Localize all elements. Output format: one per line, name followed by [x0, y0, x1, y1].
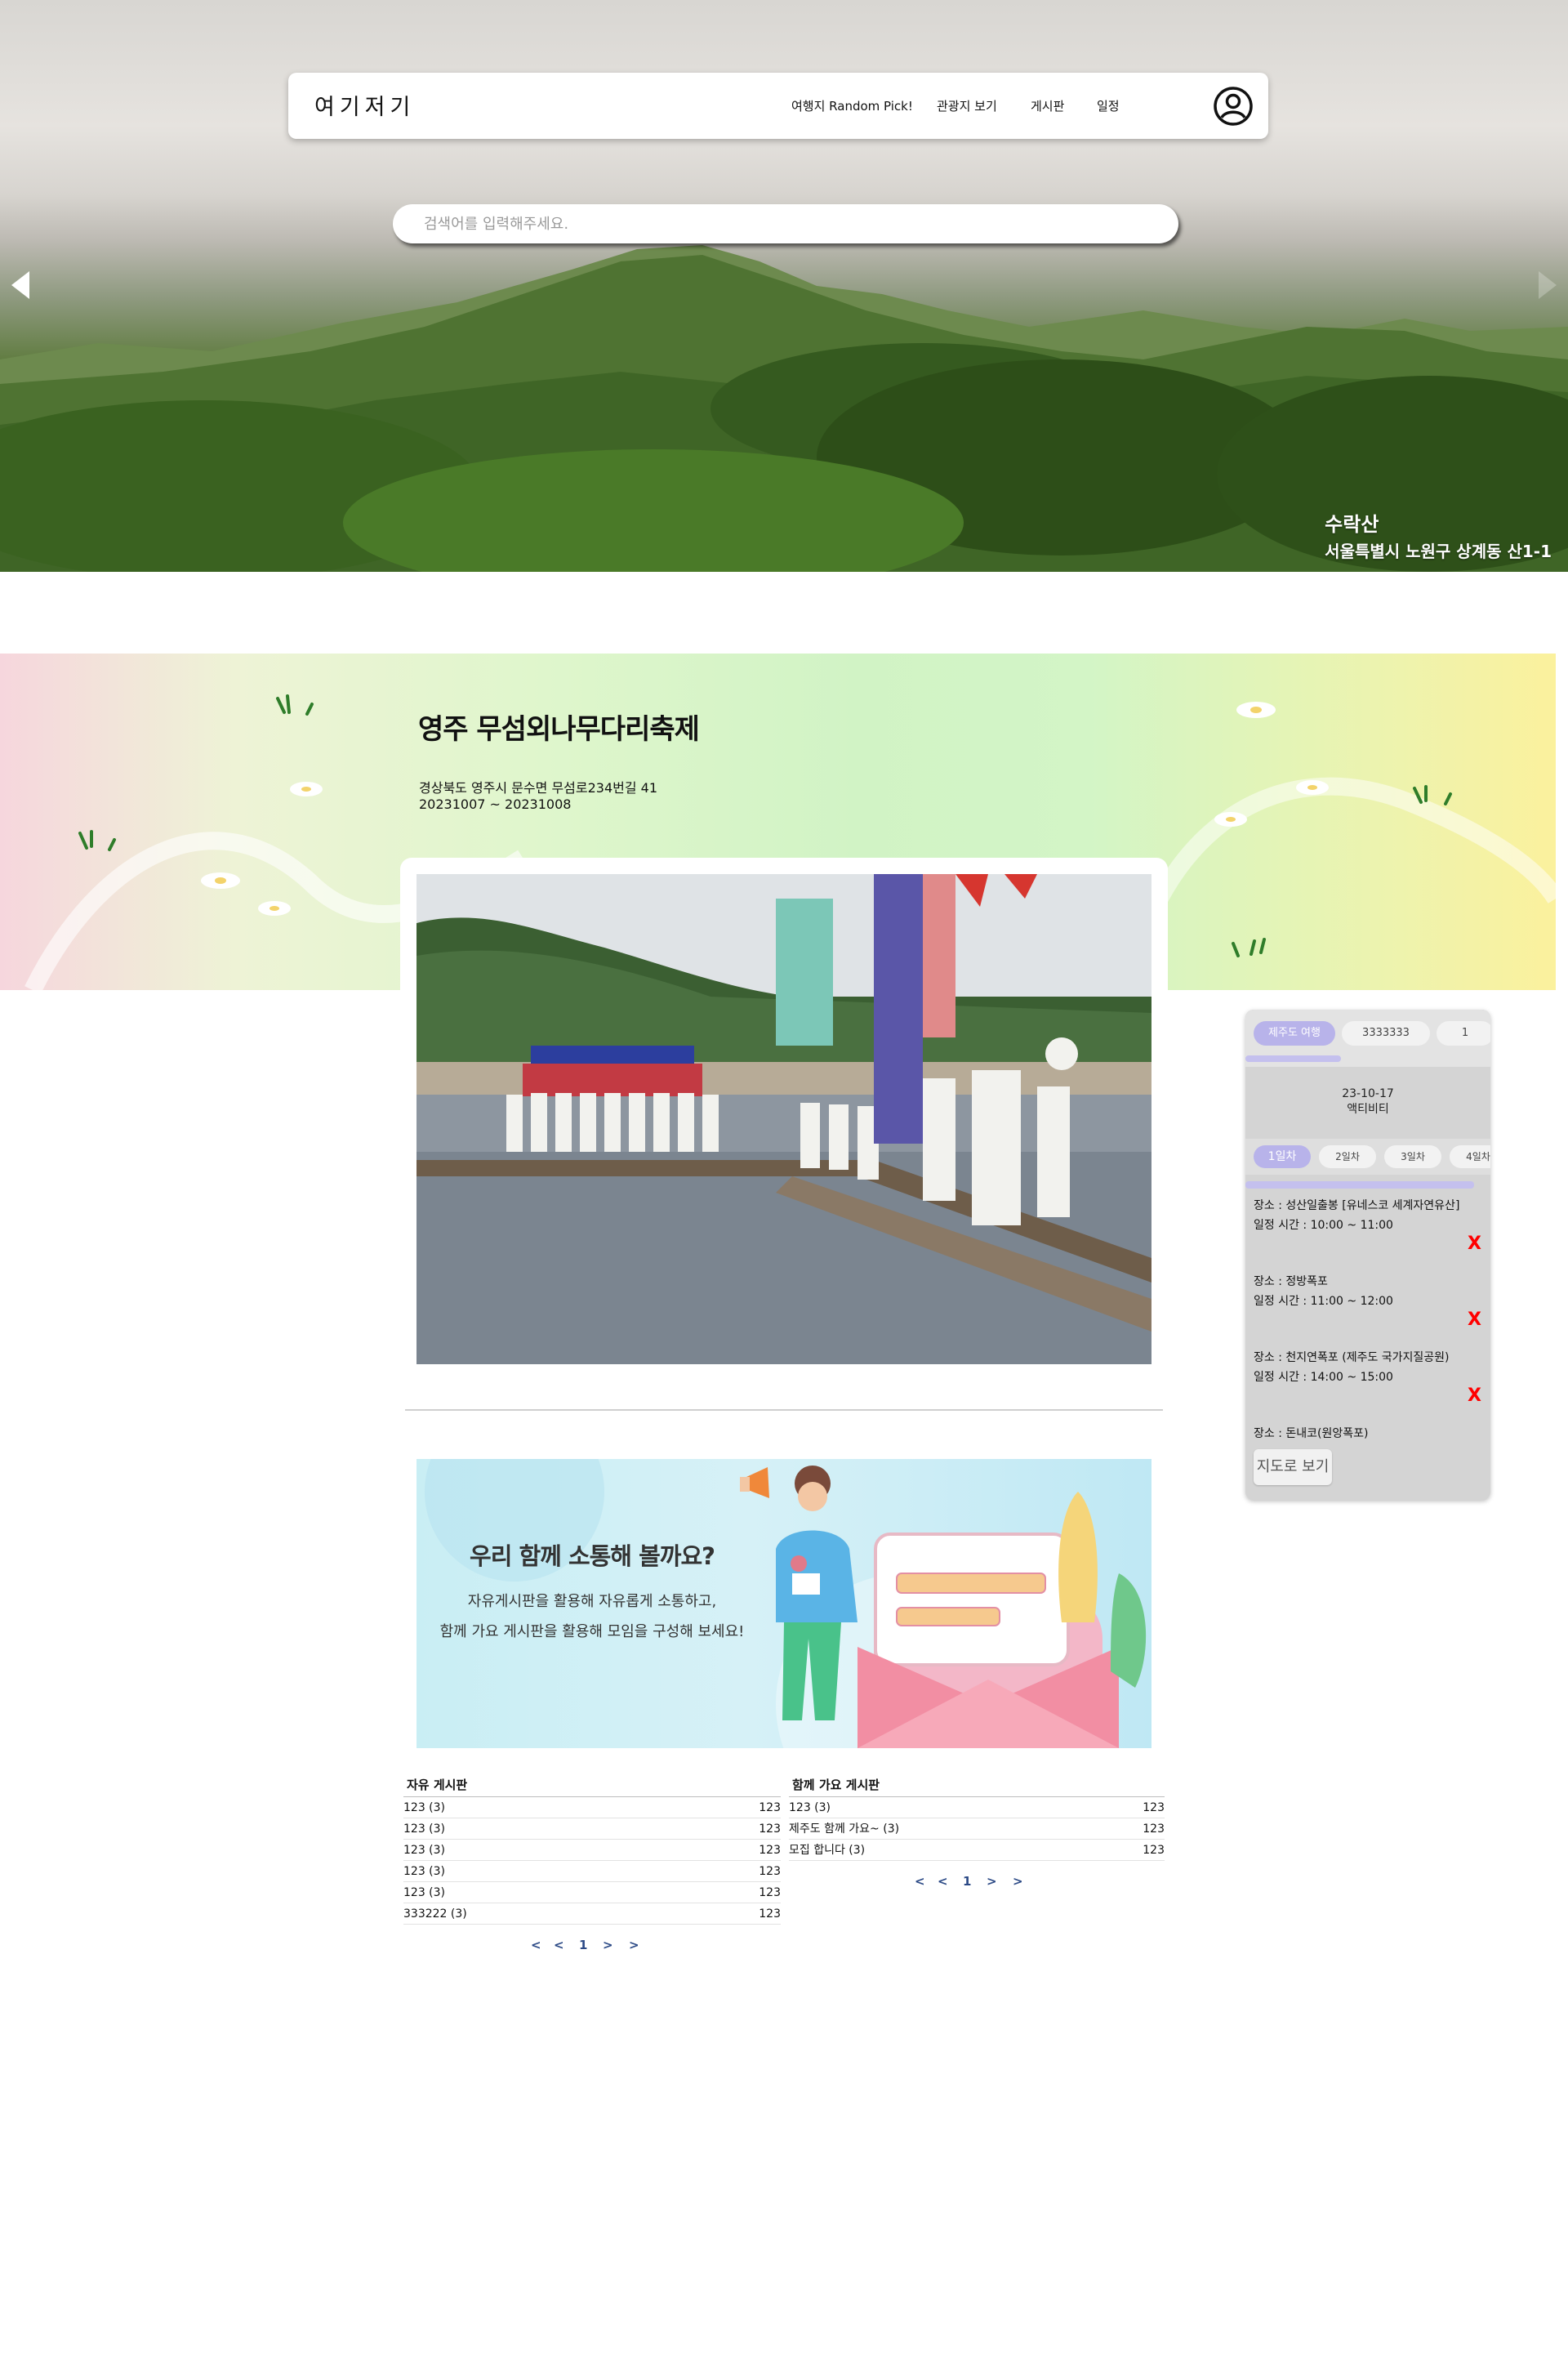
site-logo[interactable]: 여기저기	[314, 89, 415, 121]
board-row-title: 제주도 함께 가요~ (3)	[789, 1822, 900, 1836]
pager-page-1[interactable]: 1	[963, 1874, 971, 1889]
schedule-item-time: 일정 시간 : 11:00 ~ 12:00	[1254, 1295, 1393, 1308]
board-row[interactable]: 123 (3) 123	[403, 1840, 781, 1861]
nav-schedule[interactable]: 일정	[1097, 97, 1120, 114]
search-bar	[393, 204, 1178, 243]
schedule-item-place: 장소 : 정방폭포	[1254, 1275, 1328, 1288]
board-row[interactable]: 123 (3) 123	[403, 1861, 781, 1882]
schedule-item: 장소 : 성산일출봉 [유네스코 세계자연유산] 일정 시간 : 10:00 ~…	[1254, 1196, 1459, 1235]
board-row-title: 123 (3)	[789, 1801, 831, 1814]
board-row[interactable]: 123 (3) 123	[789, 1797, 1165, 1818]
hero-banner: 여기저기 여행지 Random Pick! 관광지 보기 게시판 일정 수락산 …	[0, 0, 1568, 572]
pager-last[interactable]: >	[1013, 1874, 1023, 1889]
user-profile-icon[interactable]	[1212, 85, 1254, 127]
board-row[interactable]: 333222 (3) 123	[403, 1903, 781, 1925]
board-row-value: 123	[759, 1886, 781, 1899]
pager-first[interactable]: <	[915, 1874, 925, 1889]
trip-tabs-scrollbar[interactable]	[1245, 1055, 1341, 1062]
carousel-next-icon[interactable]	[1539, 271, 1557, 299]
trip-tab[interactable]: 1	[1437, 1021, 1490, 1046]
delete-item-button[interactable]: X	[1468, 1309, 1481, 1330]
festival-address: 경상북도 영주시 문수면 무섬로234번길 41	[419, 780, 658, 796]
nav-attractions[interactable]: 관광지 보기	[937, 97, 997, 114]
schedule-item-time: 일정 시간 : 10:00 ~ 11:00	[1254, 1219, 1393, 1232]
view-map-button[interactable]: 지도로 보기	[1254, 1449, 1332, 1485]
schedule-date: 23-10-17	[1342, 1087, 1394, 1100]
festival-title: 영주 무섬외나무다리축제	[418, 713, 700, 746]
trip-tabs: 제주도 여행 3333333 1	[1245, 1010, 1490, 1067]
together-board-title[interactable]: 함께 가요 게시판	[789, 1774, 1165, 1797]
section-divider	[405, 1409, 1163, 1411]
schedule-item: 장소 : 천지연폭포 (제주도 국가지질공원) 일정 시간 : 14:00 ~ …	[1254, 1348, 1450, 1387]
schedule-item: 장소 : 정방폭포 일정 시간 : 11:00 ~ 12:00	[1254, 1272, 1393, 1311]
board-row-title: 123 (3)	[403, 1886, 446, 1899]
hero-place-name: 수락산	[1325, 513, 1379, 536]
day-tab[interactable]: 4일차	[1450, 1145, 1490, 1168]
together-board-pager: < < 1 > >	[915, 1874, 1029, 1890]
schedule-date-block: 23-10-17 액티비티	[1245, 1086, 1490, 1118]
board-row[interactable]: 123 (3) 123	[403, 1797, 781, 1818]
schedule-panel: 제주도 여행 3333333 1 23-10-17 액티비티 1일차 2일차 3…	[1245, 1010, 1490, 1500]
day-tabs-scrollbar[interactable]	[1245, 1181, 1474, 1189]
nav-random-pick[interactable]: 여행지 Random Pick!	[791, 97, 913, 114]
delete-item-button[interactable]: X	[1468, 1234, 1481, 1254]
board-row-title: 123 (3)	[403, 1865, 446, 1878]
board-row-value: 123	[759, 1907, 781, 1921]
schedule-item-time: 일정 시간 : 14:00 ~ 15:00	[1254, 1371, 1393, 1384]
board-row[interactable]: 모집 합니다 (3) 123	[789, 1840, 1165, 1861]
board-row-value: 123	[759, 1844, 781, 1857]
community-text-1: 자유게시판을 활용해 자유롭게 소통하고,	[467, 1593, 717, 1610]
day-tab[interactable]: 1일차	[1254, 1145, 1311, 1168]
board-row-title: 123 (3)	[403, 1822, 446, 1836]
pager-page-1[interactable]: 1	[579, 1938, 587, 1952]
festival-photo-image	[416, 874, 1152, 1364]
together-board: 함께 가요 게시판 123 (3) 123 제주도 함께 가요~ (3) 123 모…	[789, 1774, 1165, 1861]
board-row-value: 123	[1143, 1822, 1165, 1836]
board-row-value: 123	[759, 1822, 781, 1836]
free-board: 자유 게시판 123 (3) 123 123 (3) 123 123 (3) 123 …	[403, 1774, 781, 1925]
trip-tab[interactable]: 3333333	[1342, 1021, 1430, 1046]
festival-date: 20231007 ~ 20231008	[419, 796, 572, 812]
carousel-prev-icon[interactable]	[11, 271, 29, 299]
board-row-title: 123 (3)	[403, 1801, 446, 1814]
board-row-value: 123	[1143, 1801, 1165, 1814]
board-row[interactable]: 123 (3) 123	[403, 1882, 781, 1903]
community-banner[interactable]: 우리 함께 소통해 볼까요? 자유게시판을 활용해 자유롭게 소통하고, 함께 …	[416, 1459, 1152, 1748]
pager-prev[interactable]: <	[938, 1874, 948, 1889]
festival-photo-card	[400, 858, 1168, 1381]
day-tab[interactable]: 3일차	[1384, 1145, 1441, 1168]
pager-last[interactable]: >	[629, 1938, 639, 1952]
hero-caption: 수락산 서울특별시 노원구 상계동 산1-1	[1325, 508, 1552, 562]
day-tabs: 1일차 2일차 3일차 4일차	[1245, 1139, 1490, 1175]
schedule-item-place: 장소 : 성산일출봉 [유네스코 세계자연유산]	[1254, 1199, 1460, 1212]
schedule-subtitle: 액티비티	[1347, 1103, 1389, 1116]
community-title: 우리 함께 소통해 볼까요?	[470, 1542, 715, 1570]
schedule-item: 장소 : 돈내코(원앙폭포)	[1254, 1424, 1368, 1443]
day-tab[interactable]: 2일차	[1319, 1145, 1376, 1168]
pager-next[interactable]: >	[987, 1874, 997, 1889]
board-row-title: 333222 (3)	[403, 1907, 467, 1921]
delete-item-button[interactable]: X	[1468, 1385, 1481, 1406]
board-row[interactable]: 123 (3) 123	[403, 1818, 781, 1840]
festival-photo[interactable]	[416, 874, 1152, 1364]
search-input[interactable]	[424, 213, 1143, 234]
pager-prev[interactable]: <	[554, 1938, 564, 1952]
free-board-pager: < < 1 > >	[531, 1938, 645, 1954]
hero-place-address: 서울특별시 노원구 상계동 산1-1	[1325, 542, 1552, 561]
schedule-item-place: 장소 : 돈내코(원앙폭포)	[1254, 1427, 1369, 1440]
top-navbar: 여기저기 여행지 Random Pick! 관광지 보기 게시판 일정	[288, 73, 1268, 139]
board-row-value: 123	[759, 1801, 781, 1814]
board-row[interactable]: 제주도 함께 가요~ (3) 123	[789, 1818, 1165, 1840]
pager-next[interactable]: >	[603, 1938, 613, 1952]
schedule-item-place: 장소 : 천지연폭포 (제주도 국가지질공원)	[1254, 1351, 1450, 1364]
nav-board[interactable]: 게시판	[1031, 97, 1064, 114]
board-row-value: 123	[1143, 1844, 1165, 1857]
board-row-title: 모집 합니다 (3)	[789, 1844, 866, 1857]
free-board-title[interactable]: 자유 게시판	[403, 1774, 781, 1797]
trip-tab[interactable]: 제주도 여행	[1254, 1021, 1335, 1046]
board-row-value: 123	[759, 1865, 781, 1878]
community-text-2: 함께 가요 게시판을 활용해 모임을 구성해 보세요!	[439, 1623, 745, 1640]
board-row-title: 123 (3)	[403, 1844, 446, 1857]
pager-first[interactable]: <	[531, 1938, 541, 1952]
